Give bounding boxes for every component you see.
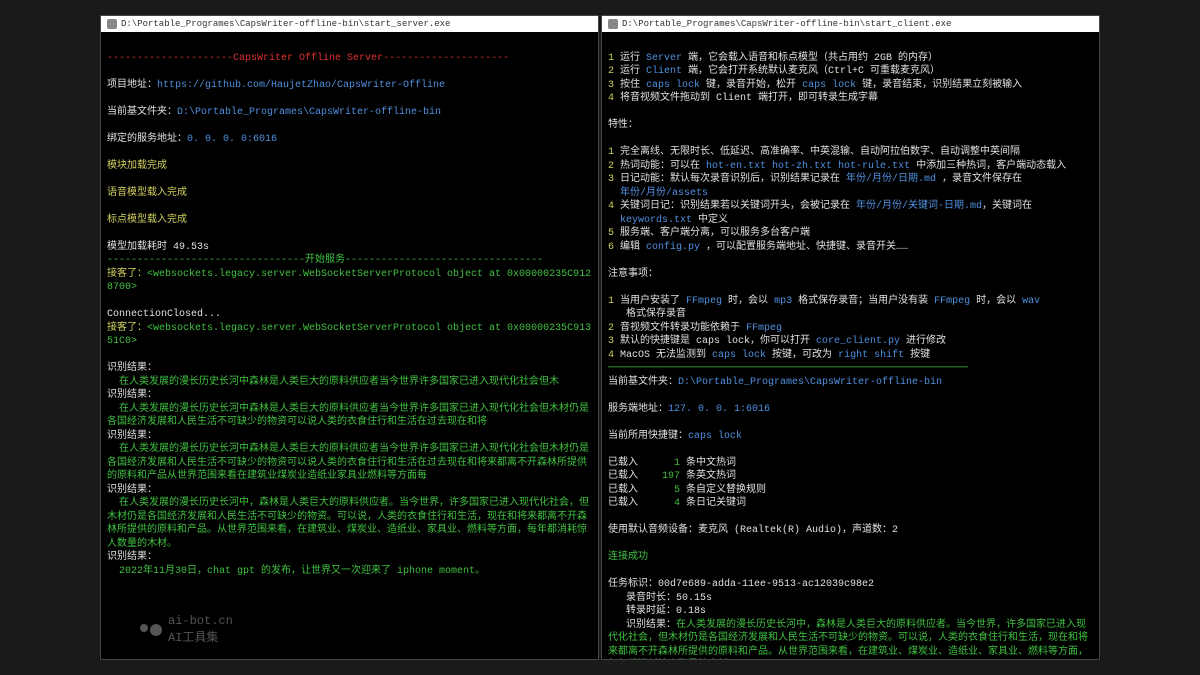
recog-text: 在人类发展的漫长历史长河中森林是人类巨大的原料供应者当今世界许多国家已进入现代化… <box>107 404 589 429</box>
client-title: D:\Portable_Programes\CapsWriter-offline… <box>622 19 951 29</box>
divider: ---------------------------------开始服务---… <box>107 255 543 266</box>
module-loaded: 模块加载完成 <box>107 161 167 172</box>
list-num: 2 <box>608 66 620 77</box>
watermark-name: AI工具集 <box>168 628 233 645</box>
audio-device: 使用默认音频设备：麦克风 (Realtek(R) Audio)，声道数：2 <box>608 525 898 536</box>
server-terminal[interactable]: ---------------------CapsWriter Offline … <box>101 32 598 659</box>
watermark-url: ai-bot.cn <box>168 614 233 628</box>
speech-loaded: 语音模型载入完成 <box>107 188 187 199</box>
features-label: 特性： <box>608 120 638 131</box>
recog-label: 识别结果： <box>107 390 157 401</box>
connected: 接客了： <box>107 269 147 280</box>
list-num: 3 <box>608 80 620 91</box>
connected: 接客了： <box>107 323 147 334</box>
header-line: ---------------------CapsWriter Offline … <box>107 53 509 64</box>
load-time: 模型加载耗时 49.53s <box>107 242 209 253</box>
server-titlebar[interactable]: D:\Portable_Programes\CapsWriter-offline… <box>101 16 598 32</box>
recog-text: 在人类发展的漫长历史长河中森林是人类巨大的原料供应者当今世界许多国家已进入现代化… <box>107 377 559 388</box>
recog-text: 2022年11月30日，chat gpt 的发布，让世界又一次迎来了 iphon… <box>107 566 485 577</box>
task-label: 任务标识： <box>608 579 658 590</box>
cwd-label: 当前基文件夹： <box>107 107 177 118</box>
punct-loaded: 标点模型载入完成 <box>107 215 187 226</box>
watermark-icon <box>140 624 162 636</box>
app-icon <box>608 19 618 29</box>
ws-obj: <websockets.legacy.server.WebSocketServe… <box>107 269 591 294</box>
divider: ────────────────────────────────────────… <box>608 363 968 374</box>
recog-label: 识别结果： <box>107 485 157 496</box>
connect-ok: 连接成功 <box>608 552 648 563</box>
project-label: 项目地址： <box>107 80 157 91</box>
app-icon <box>107 19 117 29</box>
cwd-label: 当前基文件夹： <box>608 377 678 388</box>
list-num: 4 <box>608 93 620 104</box>
bind-addr: 0. 0. 0. 0:6016 <box>187 134 277 145</box>
recog-text: 在人类发展的漫长历史长河中森林是人类巨大的原料供应者当今世界许多国家已进入现代化… <box>107 444 589 482</box>
recog-text: 在人类发展的漫长历史长河中，森林是人类巨大的原料供应者。当今世界，许多国家已进入… <box>107 498 589 550</box>
server-window: D:\Portable_Programes\CapsWriter-offline… <box>100 15 599 660</box>
recog-label: 识别结果： <box>107 431 157 442</box>
notes-label: 注意事项： <box>608 269 658 280</box>
cwd-path: D:\Portable_Programes\CapsWriter-offline… <box>177 107 441 118</box>
client-titlebar[interactable]: D:\Portable_Programes\CapsWriter-offline… <box>602 16 1099 32</box>
server-title: D:\Portable_Programes\CapsWriter-offline… <box>121 19 450 29</box>
server-label: 服务端地址： <box>608 404 668 415</box>
watermark: ai-bot.cn AI工具集 <box>140 614 233 645</box>
recog-label: 识别结果： <box>107 552 157 563</box>
client-terminal[interactable]: 1 运行 Server 端，它会载入语音和标点模型（共占用约 2GB 的内存） … <box>602 32 1099 659</box>
project-url: https://github.com/HaujetZhao/CapsWriter… <box>157 80 445 91</box>
recog-label: 识别结果： <box>107 363 157 374</box>
list-num: 1 <box>608 53 620 64</box>
hotkey-label: 当前所用快捷键： <box>608 431 688 442</box>
client-window: D:\Portable_Programes\CapsWriter-offline… <box>601 15 1100 660</box>
ws-obj: <websockets.legacy.server.WebSocketServe… <box>107 323 591 348</box>
conn-closed: ConnectionClosed... <box>107 309 221 320</box>
bind-label: 绑定的服务地址： <box>107 134 187 145</box>
